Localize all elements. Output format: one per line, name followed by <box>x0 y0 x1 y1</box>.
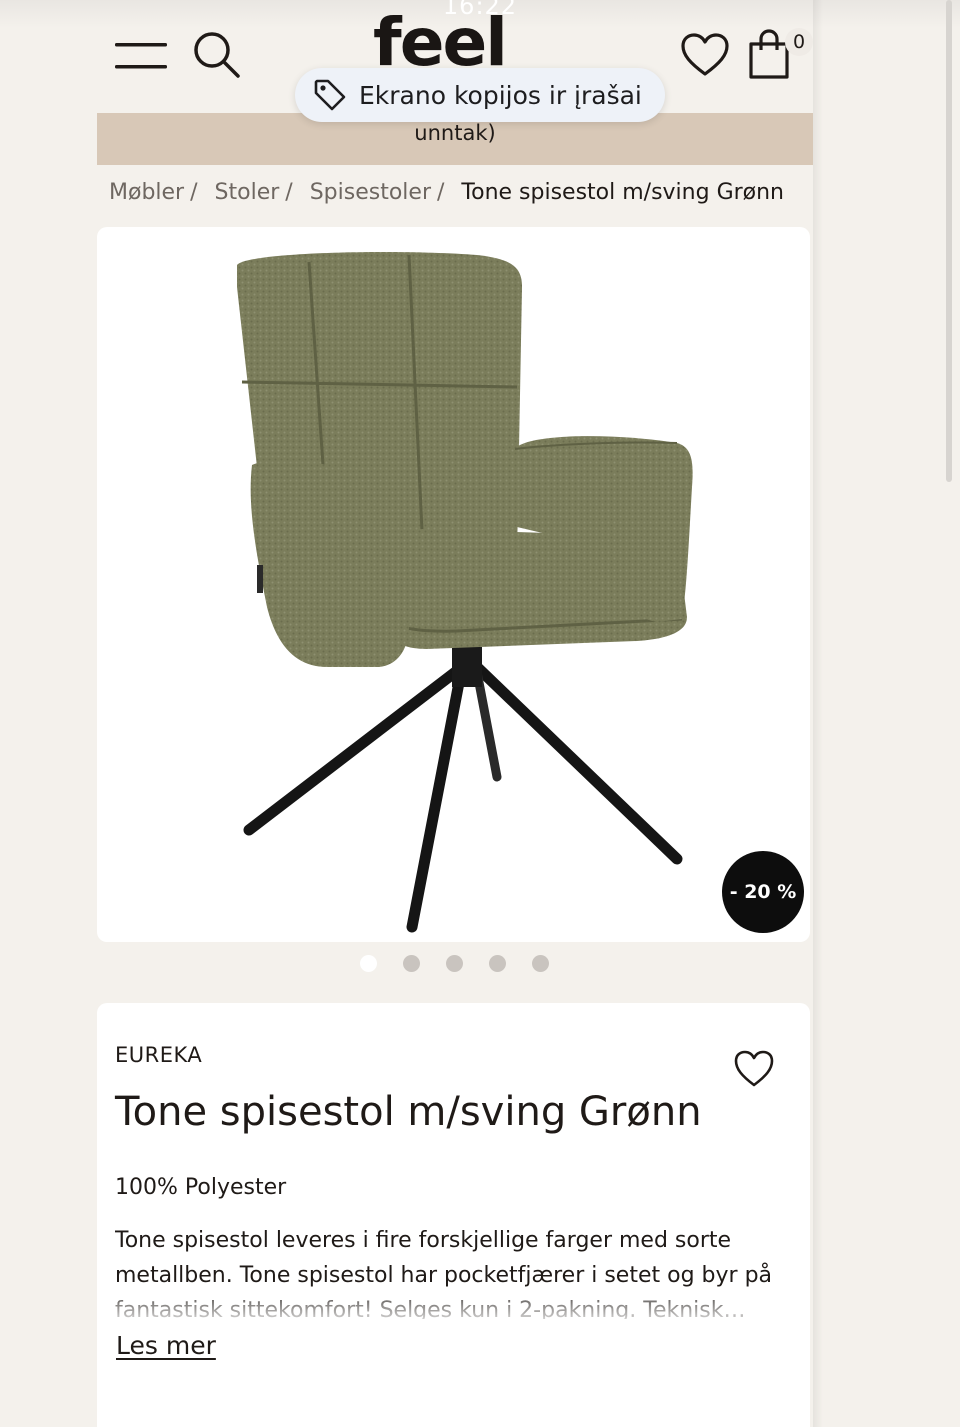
page-edge-shadow <box>813 0 823 1427</box>
gallery-dot-5[interactable] <box>532 955 549 972</box>
description-fade <box>115 1288 805 1322</box>
breadcrumb-item-spisestoler[interactable]: Spisestoler <box>310 180 431 205</box>
breadcrumb-separator: / <box>285 180 293 205</box>
site-logo[interactable]: feel <box>373 8 506 66</box>
scrollbar[interactable] <box>946 0 952 482</box>
breadcrumb-separator: / <box>190 180 198 205</box>
breadcrumb: Møbler / Stoler / Spisestoler / Tone spises… <box>109 180 829 205</box>
product-info-card: EUREKA Tone spisestol m/sving Grønn 100%… <box>97 1003 810 1427</box>
tag-icon <box>314 79 346 111</box>
read-more-link[interactable]: Les mer <box>116 1331 216 1360</box>
product-material: 100% Polyester <box>115 1175 287 1200</box>
product-image-chair <box>237 252 693 933</box>
breadcrumb-current: Tone spisestol m/sving Grønn <box>461 180 785 205</box>
breadcrumb-separator: / <box>436 180 445 205</box>
gallery-dot-1[interactable] <box>360 955 377 972</box>
gallery-dot-4[interactable] <box>489 955 506 972</box>
discount-badge: - 20 % <box>722 851 804 933</box>
hamburger-menu-icon[interactable] <box>115 40 167 72</box>
product-title: Tone spisestol m/sving Grønn <box>115 1089 702 1135</box>
toast-text: Ekrano kopijos ir įrašai <box>359 80 642 110</box>
product-brand[interactable]: EUREKA <box>115 1043 202 1067</box>
cart-count-badge: 0 <box>785 28 813 56</box>
product-image-gallery[interactable] <box>97 227 810 942</box>
heart-icon[interactable] <box>680 32 730 78</box>
favorite-heart-icon[interactable] <box>733 1049 775 1089</box>
breadcrumb-item-mobler[interactable]: Møbler <box>109 180 184 205</box>
gallery-dot-2[interactable] <box>403 955 420 972</box>
breadcrumb-item-stoler[interactable]: Stoler <box>215 180 280 205</box>
screenshot-toast[interactable]: Ekrano kopijos ir įrašai <box>295 68 665 122</box>
search-icon[interactable] <box>192 30 242 80</box>
gallery-dot-3[interactable] <box>446 955 463 972</box>
gallery-pagination <box>360 955 560 973</box>
